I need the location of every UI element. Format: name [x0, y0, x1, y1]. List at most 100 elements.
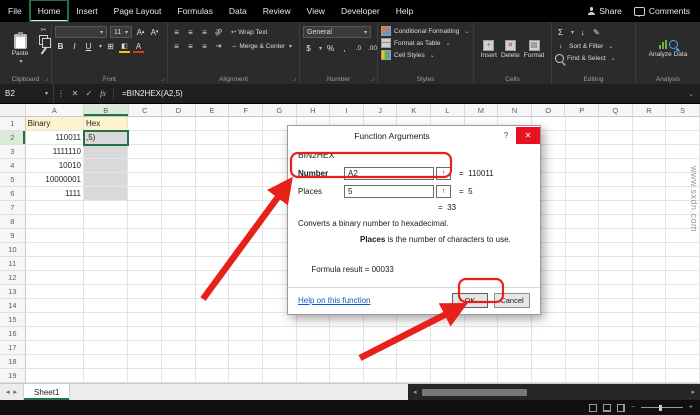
cell-Q12[interactable] — [599, 271, 633, 285]
cell-D6[interactable] — [162, 187, 196, 201]
cell-F4[interactable] — [229, 159, 263, 173]
cell-O16[interactable] — [531, 327, 566, 341]
row-header-1[interactable]: 1 — [0, 117, 26, 131]
menu-tab-review[interactable]: Review — [255, 0, 299, 22]
cell-K15[interactable] — [397, 313, 432, 327]
column-header-C[interactable]: C — [128, 104, 163, 117]
row-header-17[interactable]: 17 — [0, 341, 26, 355]
cell-A10[interactable] — [25, 243, 84, 257]
cell-C5[interactable] — [128, 173, 163, 187]
cell-L15[interactable] — [431, 313, 465, 327]
cell-C17[interactable] — [128, 341, 163, 355]
cell-R16[interactable] — [632, 327, 667, 341]
cell-D3[interactable] — [162, 145, 196, 159]
cell-Q18[interactable] — [599, 355, 633, 369]
column-header-P[interactable]: P — [565, 104, 600, 117]
dialog-close-button[interactable]: ✕ — [516, 127, 540, 144]
cell-E10[interactable] — [195, 243, 230, 257]
align-center-icon[interactable]: ≡ — [185, 40, 196, 52]
align-right-icon[interactable]: ≡ — [199, 40, 210, 52]
cell-P11[interactable] — [565, 257, 600, 271]
number-collapse-dialog-icon[interactable]: ↑ — [436, 166, 451, 180]
cell-Q13[interactable] — [599, 285, 633, 299]
cell-L16[interactable] — [431, 327, 465, 341]
cell-D19[interactable] — [162, 369, 196, 383]
cell-F7[interactable] — [229, 201, 263, 215]
zoom-slider-thumb[interactable] — [658, 404, 662, 411]
cell-C15[interactable] — [128, 313, 163, 327]
cell-K17[interactable] — [397, 341, 432, 355]
borders-icon[interactable]: ⊞ — [105, 40, 116, 52]
sheet-tab-sheet1[interactable]: Sheet1 — [23, 384, 71, 400]
cell-Q6[interactable] — [599, 187, 633, 201]
help-on-function-link[interactable]: Help on this function — [298, 296, 371, 305]
cell-P14[interactable] — [565, 299, 600, 313]
cell-G15[interactable] — [262, 313, 297, 327]
cell-O18[interactable] — [531, 355, 566, 369]
column-header-B[interactable]: B — [84, 104, 129, 117]
menu-tab-file[interactable]: File — [0, 0, 30, 22]
cut-icon[interactable]: ✂ — [41, 26, 47, 34]
cell-S16[interactable] — [666, 327, 700, 341]
cell-A1[interactable]: Binary — [25, 117, 84, 131]
cell-K16[interactable] — [397, 327, 432, 341]
cell-F6[interactable] — [229, 187, 263, 201]
cell-D1[interactable] — [162, 117, 196, 131]
cell-E9[interactable] — [195, 229, 230, 243]
select-all-corner[interactable] — [0, 104, 26, 117]
cell-C9[interactable] — [128, 229, 163, 243]
percent-style-icon[interactable]: % — [325, 42, 336, 54]
cell-D12[interactable] — [162, 271, 196, 285]
cell-A5[interactable]: 10000001 — [25, 173, 84, 187]
analyze-data-button[interactable]: Analyze Data — [639, 26, 697, 72]
row-header-19[interactable]: 19 — [0, 369, 26, 383]
cell-C6[interactable] — [128, 187, 163, 201]
cell-R17[interactable] — [632, 341, 667, 355]
page-layout-view-icon[interactable] — [602, 403, 611, 412]
cell-Q9[interactable] — [599, 229, 633, 243]
align-left-icon[interactable]: ≡ — [171, 40, 182, 52]
cell-Q1[interactable] — [599, 117, 633, 131]
clipboard-dialog-launcher-icon[interactable]: ⌟ — [45, 75, 48, 82]
cell-P19[interactable] — [565, 369, 600, 383]
cell-D18[interactable] — [162, 355, 196, 369]
cell-Q8[interactable] — [599, 215, 633, 229]
cell-A8[interactable] — [25, 215, 84, 229]
number-arg-input[interactable]: A2 — [344, 166, 434, 180]
cell-P17[interactable] — [565, 341, 600, 355]
cell-F14[interactable] — [229, 299, 263, 313]
cell-I16[interactable] — [330, 327, 364, 341]
cell-B14[interactable] — [83, 299, 129, 313]
cell-P12[interactable] — [565, 271, 600, 285]
menu-tab-developer[interactable]: Developer — [333, 0, 388, 22]
cell-S2[interactable] — [666, 131, 700, 145]
cell-O19[interactable] — [531, 369, 566, 383]
cell-H17[interactable] — [296, 341, 331, 355]
normal-view-icon[interactable] — [588, 403, 597, 412]
formula-input[interactable]: =BIN2HEX(A2,5) — [117, 89, 688, 98]
cell-F2[interactable] — [229, 131, 263, 145]
cell-C10[interactable] — [128, 243, 163, 257]
cell-A14[interactable] — [25, 299, 84, 313]
row-header-3[interactable]: 3 — [0, 145, 26, 159]
cell-C4[interactable] — [128, 159, 163, 173]
next-sheet-icon[interactable]: ▸ — [14, 388, 18, 396]
cell-Q16[interactable] — [599, 327, 633, 341]
cell-E12[interactable] — [195, 271, 230, 285]
row-header-13[interactable]: 13 — [0, 285, 26, 299]
cell-J15[interactable] — [363, 313, 398, 327]
cell-P4[interactable] — [565, 159, 600, 173]
cell-D15[interactable] — [162, 313, 196, 327]
dialog-help-button[interactable]: ? — [496, 127, 516, 144]
format-cells-button[interactable]: ▤ Format — [524, 39, 544, 59]
cell-Q19[interactable] — [599, 369, 633, 383]
cell-F13[interactable] — [229, 285, 263, 299]
horizontal-scrollbar[interactable]: ◂ ▸ — [408, 384, 700, 400]
cell-K18[interactable] — [397, 355, 432, 369]
expand-formula-bar-icon[interactable]: ⌄ — [688, 90, 700, 98]
cell-D16[interactable] — [162, 327, 196, 341]
accounting-format-icon[interactable]: $ — [303, 42, 314, 54]
cancel-button[interactable]: Cancel — [494, 293, 530, 308]
clear-icon[interactable]: ✎ — [591, 26, 602, 38]
cell-D17[interactable] — [162, 341, 196, 355]
